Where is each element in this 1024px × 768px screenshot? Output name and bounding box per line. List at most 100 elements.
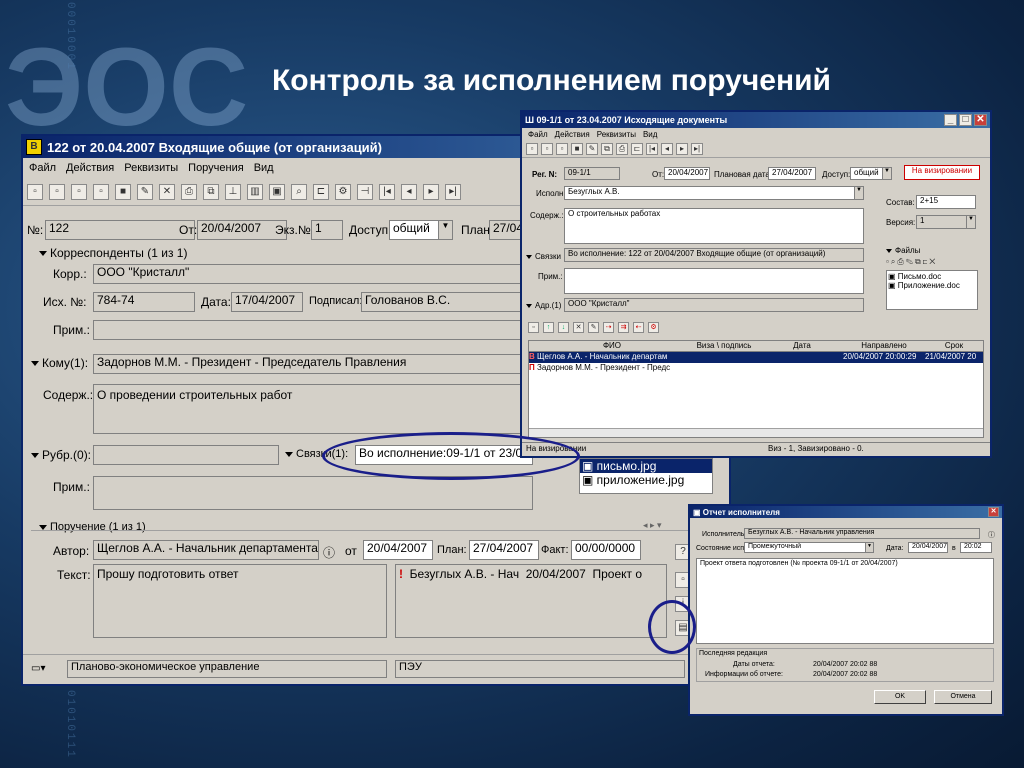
addr-label-group[interactable]: Адр.(1) (526, 301, 561, 310)
dropdown-arrow-icon[interactable]: ▼ (966, 216, 975, 228)
date-field[interactable]: 17/04/2007 (231, 292, 303, 312)
dialog-titlebar[interactable]: ▣ Отчет исполнителя ✕ (690, 506, 1002, 518)
prev-icon[interactable]: ◂ (661, 142, 673, 155)
last-icon[interactable]: ▸| (691, 142, 703, 155)
close-icon[interactable]: ✕ (988, 507, 999, 517)
save-icon[interactable]: ■ (115, 183, 131, 200)
menu-actions[interactable]: Действия (555, 130, 590, 139)
links-field[interactable]: Во исполнение: 122 от 20/04/2007 Входящи… (564, 248, 864, 262)
delete-icon[interactable]: ✕ (573, 321, 584, 333)
files-toolbar-icons[interactable]: ▫⌕⎙✎⧉⊏✕ (886, 257, 937, 267)
files-header[interactable]: Файлы (886, 246, 920, 255)
menu-requisites[interactable]: Реквизиты (124, 162, 178, 174)
close-icon[interactable]: ✕ (974, 114, 987, 126)
find-icon[interactable]: ⌕ (291, 183, 307, 200)
note-field[interactable] (564, 268, 864, 294)
access-select[interactable]: общий ▼ (389, 220, 453, 240)
move-up-icon[interactable]: ↑ (543, 321, 554, 333)
order-plan-field[interactable]: 27/04/2007 (469, 540, 539, 560)
edit-icon[interactable]: ✎ (588, 321, 599, 333)
files-list[interactable]: ▣ Письмо.doc ▣ Приложение.doc (886, 270, 978, 310)
next-icon[interactable]: ▸ (423, 183, 439, 200)
links-label-group[interactable]: Связки (526, 252, 561, 261)
col-sent[interactable]: Направлено (843, 341, 925, 351)
out-num-field[interactable]: 784-74 (93, 292, 195, 312)
table-row[interactable]: В Щеглов А.А. - Начальник департам 20/04… (529, 352, 983, 363)
from-field[interactable]: 20/04/2007 (197, 220, 287, 240)
file-item[interactable]: ▣ Письмо.doc (888, 272, 976, 281)
send-icon[interactable]: ⇢ (603, 321, 614, 333)
new-visa-icon[interactable]: ▫ (528, 321, 539, 333)
info-icon[interactable]: ⓘ (988, 530, 995, 540)
new-link-icon[interactable]: ▫ (71, 183, 87, 200)
info-icon[interactable]: ⓘ (323, 544, 335, 561)
file-item[interactable]: ▣ письмо.jpg (580, 459, 712, 473)
correspondents-header[interactable]: Корреспонденты (1 из 1) (39, 246, 187, 260)
print-icon[interactable]: ⎙ (616, 142, 628, 155)
edit-icon[interactable]: ✎ (586, 142, 598, 155)
menu-actions[interactable]: Действия (66, 162, 114, 174)
dropdown-arrow-icon[interactable]: ▼ (854, 187, 863, 199)
executors-list[interactable]: ! Безуглых А.В. - Нач 20/04/2007 Проект … (395, 564, 667, 638)
horizontal-scrollbar[interactable] (529, 428, 983, 437)
new-doc-icon[interactable]: ▫ (526, 142, 538, 155)
link-icon[interactable]: ⊏ (631, 142, 643, 155)
move-down-icon[interactable]: ↓ (558, 321, 569, 333)
fact-field[interactable]: 00/00/0000 (571, 540, 641, 560)
file-item[interactable]: ▣ приложение.jpg (580, 473, 712, 487)
version-select[interactable]: 1 ▼ (916, 215, 976, 229)
first-icon[interactable]: |◂ (646, 142, 658, 155)
plan-field[interactable]: 27/04/2007 (768, 167, 816, 180)
comp-field[interactable]: 2+15 (916, 195, 976, 209)
note2-field[interactable] (93, 476, 533, 510)
first-icon[interactable]: |◂ (379, 183, 395, 200)
order-header[interactable]: Поручение (1 из 1) (39, 521, 146, 533)
menu-file[interactable]: Файл (528, 130, 548, 139)
prev-icon[interactable]: ◂ (401, 183, 417, 200)
send-all-icon[interactable]: ⇉ (618, 321, 629, 333)
time-field[interactable]: 20:02 (960, 542, 992, 553)
dropdown-arrow-icon[interactable]: ▼ (865, 543, 873, 552)
maximize-icon[interactable]: □ (959, 114, 972, 126)
new-copy-icon[interactable]: ▫ (541, 142, 553, 155)
num-field[interactable]: 122 (45, 220, 195, 240)
last-icon[interactable]: ▸| (445, 183, 461, 200)
col-visa[interactable]: Виза \ подпись (687, 341, 761, 351)
signed-field[interactable]: Голованов В.С. (361, 292, 533, 312)
col-date[interactable]: Дата (761, 341, 843, 351)
barcode-icon[interactable]: ▥ (247, 183, 263, 200)
register-icon[interactable]: ▣ (269, 183, 285, 200)
dept-code-field[interactable]: ПЭУ (395, 660, 685, 678)
date-field[interactable]: 20/04/2007 (908, 542, 948, 553)
window-titlebar[interactable]: Ш 09-1/1 от 23.04.2007 Исходящие докумен… (522, 112, 990, 128)
rubric-field[interactable] (93, 445, 279, 465)
edit-icon[interactable]: ✎ (137, 183, 153, 200)
settings-icon[interactable]: ⚙ (335, 183, 351, 200)
rubric-label-group[interactable]: Рубр.(0): (31, 448, 91, 462)
new-link-icon[interactable]: ▫ (556, 142, 568, 155)
cancel-button[interactable]: Отмена (934, 690, 992, 704)
menu-view[interactable]: Вид (643, 130, 657, 139)
file-item[interactable]: ▣ Приложение.doc (888, 281, 976, 290)
access-select[interactable]: общий ▼ (850, 167, 892, 180)
minimize-icon[interactable]: _ (944, 114, 957, 126)
order-from-field[interactable]: 20/04/2007 (363, 540, 433, 560)
col-due[interactable]: Срок (925, 341, 983, 351)
copy-icon[interactable]: ⧉ (601, 142, 613, 155)
print-icon[interactable]: ⎙ (181, 183, 197, 200)
unlink-icon[interactable]: ⊣ (357, 183, 373, 200)
copy-field[interactable]: 1 (311, 220, 343, 240)
state-select[interactable]: Промежуточный ▼ (744, 542, 874, 553)
addr-field[interactable]: ООО "Кристалл" (564, 298, 864, 312)
delete-icon[interactable]: ✕ (159, 183, 175, 200)
author-field[interactable]: Щеглов А.А. - Начальник департамента (93, 540, 319, 560)
report-text-field[interactable]: Проект ответа подготовлен (№ проекта 09-… (696, 558, 994, 644)
new-copy-icon[interactable]: ▫ (49, 183, 65, 200)
order-text-field[interactable]: Прошу подготовить ответ (93, 564, 387, 638)
save-icon[interactable]: ■ (571, 142, 583, 155)
link-icon[interactable]: ⊏ (313, 183, 329, 200)
recall-icon[interactable]: ⇠ (633, 321, 644, 333)
col-fio[interactable]: ФИО (537, 341, 687, 351)
dept-field[interactable]: Планово-экономическое управление (67, 660, 387, 678)
to-label-group[interactable]: Кому(1): (31, 356, 88, 370)
